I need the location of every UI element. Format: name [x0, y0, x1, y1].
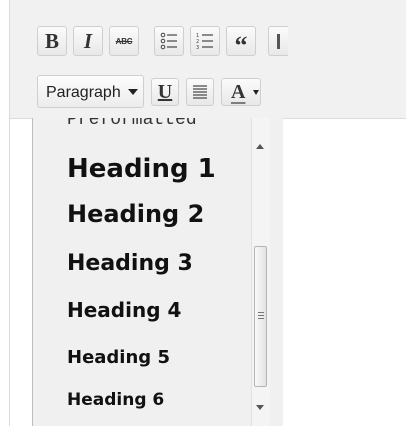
italic-button[interactable]: I — [73, 26, 103, 56]
blockquote-button[interactable]: “ — [226, 26, 256, 60]
numbered-list-icon: 1 2 3 — [196, 33, 213, 50]
svg-text:3: 3 — [196, 45, 199, 50]
menu-item-heading-4[interactable]: Heading 4 — [67, 298, 181, 322]
bulleted-list-button[interactable] — [154, 26, 184, 56]
strikethrough-button[interactable]: ABC — [109, 26, 139, 56]
bold-icon: B — [44, 28, 59, 53]
menu-item-heading-2[interactable]: Heading 2 — [67, 200, 204, 228]
text-color-dropdown-icon[interactable] — [253, 90, 259, 95]
menu-item-heading-6[interactable]: Heading 6 — [67, 390, 164, 410]
scroll-down-arrow-icon[interactable] — [256, 405, 264, 410]
justify-button[interactable] — [186, 78, 214, 106]
chevron-down-icon — [128, 89, 138, 95]
grip-line — [258, 315, 264, 316]
menu-item-heading-5[interactable]: Heading 5 — [67, 347, 170, 368]
rich-text-editor[interactable]: B I ABC 1 2 3 “ Paragraph U A Preformatt… — [9, 0, 406, 426]
grip-line — [258, 318, 264, 319]
justify-icon — [193, 85, 207, 99]
quote-icon: “ — [234, 31, 248, 60]
scroll-thumb[interactable] — [254, 246, 267, 387]
menu-scrollbar[interactable] — [251, 118, 270, 426]
format-select[interactable]: Paragraph — [37, 75, 144, 108]
scroll-up-arrow-icon[interactable] — [256, 144, 264, 149]
strikethrough-icon: ABC — [115, 36, 133, 46]
bullet-list-icon — [160, 32, 177, 50]
format-select-value: Paragraph — [46, 84, 121, 101]
text-color-button[interactable]: A — [221, 78, 261, 106]
menu-item-heading-3[interactable]: Heading 3 — [67, 251, 193, 276]
numbered-list-button[interactable]: 1 2 3 — [190, 26, 220, 56]
format-dropdown-menu: Preformatted Heading 1 Heading 2 Heading… — [32, 118, 283, 426]
menu-item-preformatted[interactable]: Preformatted — [67, 118, 197, 130]
editor-toolbar: B I ABC 1 2 3 “ Paragraph U A — [10, 0, 406, 119]
bold-button[interactable]: B — [37, 26, 67, 56]
align-icon — [276, 34, 280, 49]
grip-line — [258, 312, 264, 313]
text-color-icon: A — [231, 81, 246, 103]
menu-item-heading-1[interactable]: Heading 1 — [67, 154, 216, 184]
underline-button[interactable]: U — [151, 78, 179, 106]
italic-icon: I — [83, 28, 93, 53]
underline-icon: U — [157, 80, 173, 103]
align-button[interactable] — [268, 26, 288, 56]
